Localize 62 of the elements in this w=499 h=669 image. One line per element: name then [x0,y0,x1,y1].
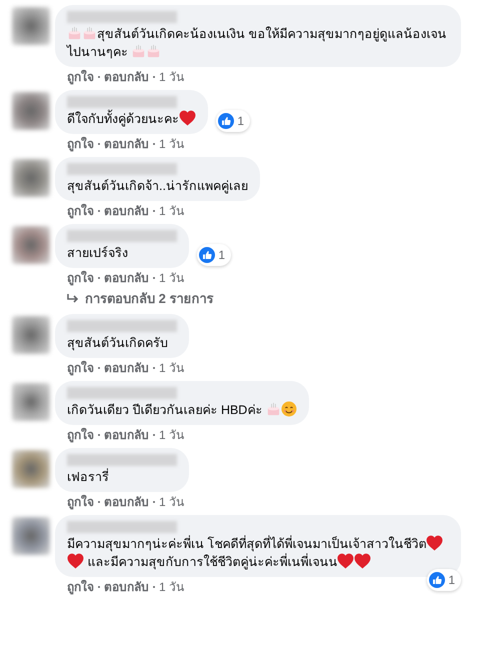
cake-icon [146,43,162,58]
heart-icon [179,110,196,126]
timestamp[interactable]: 1 วัน [159,428,184,442]
avatar[interactable] [12,92,50,130]
timestamp[interactable]: 1 วัน [159,137,184,151]
heart-icon [426,535,444,551]
timestamp[interactable]: 1 วัน [159,271,184,285]
reply-link[interactable]: ตอบกลับ [104,137,149,151]
cake-icon [131,43,146,58]
cake-icon [67,25,82,40]
comment-text: สุขสันต์วันเกิดครับ [67,335,169,352]
avatar[interactable] [12,159,50,197]
comment-text: มีความสุขมากๆน่ะค่ะพี่เน โชคดีที่สุดที่ได้พี่เจนมาเป็นเจ้าสาวในชีวิต และมีความสุขกับการใช้ชีวิตคู่น่ะค่ะพี่เนพี่เจนน [67,535,449,571]
thumbs-up-icon [429,572,446,588]
avatar[interactable] [12,316,50,354]
cake-icon [82,25,97,40]
comment-text: ดีใจกับทั้งคู่ด้วยนะคะ [67,110,196,128]
like-link[interactable]: ถูกใจ [67,580,94,594]
timestamp[interactable]: 1 วัน [159,204,184,218]
reply-link[interactable]: ตอบกลับ [104,495,149,509]
reply-link[interactable]: ตอบกลับ [104,271,149,285]
reply-link[interactable]: ตอบกลับ [104,580,149,594]
timestamp[interactable]: 1 วัน [159,70,184,84]
comment-text: สายเปร์จริง [67,245,129,262]
reply-link[interactable]: ตอบกลับ [104,361,149,375]
heart-icon [337,553,354,569]
reaction-count: 1 [448,572,455,589]
reaction-badge[interactable]: 1 [197,244,231,266]
avatar[interactable] [12,383,50,421]
like-link[interactable]: ถูกใจ [67,204,94,218]
reaction-count: 1 [237,113,244,130]
like-link[interactable]: ถูกใจ [67,271,94,285]
timestamp[interactable]: 1 วัน [159,361,184,375]
reply-link[interactable]: ตอบกลับ [104,70,149,84]
like-link[interactable]: ถูกใจ [67,495,94,509]
avatar[interactable] [12,450,50,488]
avatar[interactable] [12,517,50,555]
reply-link[interactable]: ตอบกลับ [104,204,149,218]
reaction-badge[interactable]: 1 [427,569,461,591]
heart-icon [67,553,84,569]
comment-text: เกิดวันเดียว ปีเดียวกันเลยค่ะ HBDค่ะ [67,401,297,419]
reply-link[interactable]: ตอบกลับ [104,428,149,442]
comment-text: สุขสันต์วันเกิดคะน้องเนเงิน ขอให้มีความสุขมากๆอยู่ดูแลน้องเจนไปนานๆคะ [67,25,448,61]
reaction-badge[interactable]: 1 [216,110,250,132]
cake-icon [266,401,281,416]
like-link[interactable]: ถูกใจ [67,428,94,442]
thumbs-up-icon [218,113,234,129]
view-replies-link[interactable]: การตอบกลับ 2 รายการ [55,290,214,313]
smiley-icon [280,401,297,417]
reply-arrow-icon [67,294,79,304]
like-link[interactable]: ถูกใจ [67,137,94,151]
like-link[interactable]: ถูกใจ [67,70,94,84]
thumbs-up-icon [199,247,216,263]
reaction-count: 1 [218,247,225,264]
avatar[interactable] [12,7,50,45]
avatar[interactable] [12,226,50,264]
like-link[interactable]: ถูกใจ [67,361,94,375]
timestamp[interactable]: 1 วัน [159,495,184,509]
comment-text: สุขสันต์วันเกิดจ้า..น่ารักแพคคู่เลย [67,178,248,195]
comment-text: เฟอรารี่ [67,468,110,486]
timestamp[interactable]: 1 วัน [159,580,184,594]
heart-icon [354,553,372,569]
